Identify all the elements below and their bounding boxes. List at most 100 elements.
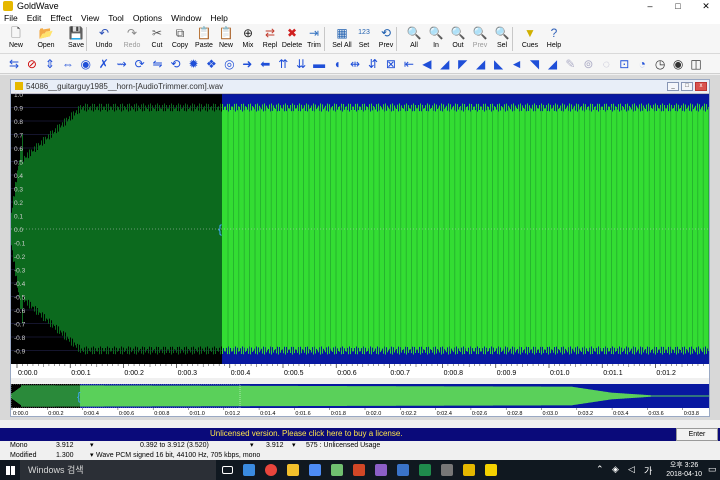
toolbar-zoom-previous-button[interactable]: 🔍 Prev [468, 25, 492, 53]
menu-options[interactable]: Options [129, 13, 167, 23]
waveform-display[interactable]: {1.0 0.9 0.8 0.7 0.6 0.5 0.4 0.3 0.2 0.1 0.0 -0.1 -0… [11, 92, 709, 416]
explorer-icon[interactable] [282, 460, 304, 480]
sound-minimize-button[interactable]: _ [667, 81, 679, 91]
toolbar-cues-button[interactable]: ▼ Cues [518, 25, 542, 53]
toolbar-undo-button[interactable]: ↶ Undo [92, 25, 116, 53]
noise-gate-icon[interactable]: ◢ [544, 56, 560, 72]
toolbar-redo-button[interactable]: ↷ Redo [120, 25, 144, 53]
overview-waveform[interactable]: { [11, 383, 709, 409]
menu-view[interactable]: View [77, 13, 104, 23]
equalizer-icon[interactable]: ◉ [78, 56, 94, 72]
fade-icon[interactable]: ✗ [96, 56, 112, 72]
status-dropdown-icon-3[interactable]: ▾ [292, 441, 296, 451]
toolbar-replace-button[interactable]: ⇄ Repl [258, 25, 282, 53]
stop-record-icon[interactable]: ⊘ [24, 56, 40, 72]
maximize-volume-icon[interactable]: ◢ [473, 56, 489, 72]
minimize-button[interactable]: – [636, 1, 664, 11]
volume-icon[interactable]: ◀ [419, 56, 435, 72]
excel-icon[interactable] [414, 460, 436, 480]
toolbar-paste-button[interactable]: 📋 Paste [192, 25, 216, 53]
sound-close-button[interactable]: x [695, 81, 707, 91]
cd-reader-icon[interactable]: ⊚ [580, 56, 596, 72]
sound-maximize-button[interactable]: □ [681, 81, 693, 91]
enter-license-button[interactable]: Enter License [676, 428, 718, 449]
toolbar-cut-button[interactable]: ✂ Cut [145, 25, 169, 53]
control-icon[interactable]: ◉ [670, 56, 686, 72]
toolbar-zoom-all-button[interactable]: 🔍 All [402, 25, 426, 53]
status-dropdown-icon-2[interactable]: ▾ [250, 441, 254, 451]
menu-tool[interactable]: Tool [104, 13, 129, 23]
toolbar-delete-button[interactable]: ✖ Delete [280, 25, 304, 53]
mechanize-icon[interactable]: ✹ [185, 56, 201, 72]
timer-icon[interactable]: ◷ [652, 56, 668, 72]
taskbar-search[interactable]: Windows 검색 [20, 460, 216, 480]
photoshop-icon[interactable] [392, 460, 414, 480]
offset-icon[interactable]: ◎ [221, 56, 237, 72]
toolbar-open-folder-button[interactable]: 📂 Open [34, 25, 58, 53]
batch-icon[interactable]: ⊡ [616, 56, 632, 72]
time-ruler[interactable]: 0:00.0 0:00.1 0:00.2 0:00.3 0:00.4 0:00.5 0:00… [11, 364, 709, 378]
calculator-icon[interactable] [436, 460, 458, 480]
flanger-icon[interactable]: ⟳ [132, 56, 148, 72]
toolbar-copy-button[interactable]: ⧉ Copy [168, 25, 192, 53]
invert-icon[interactable]: ⟲ [168, 56, 184, 72]
tray-volume-icon[interactable]: ◁ [628, 464, 635, 475]
selection-start-marker[interactable]: { [218, 222, 222, 236]
close-button[interactable]: ✕ [692, 1, 720, 12]
store-icon[interactable] [304, 460, 326, 480]
reverse-icon[interactable]: ◖ [329, 56, 345, 72]
powerpoint-icon[interactable] [348, 460, 370, 480]
menu-window[interactable]: Window [167, 13, 206, 23]
status-dropdown-icon[interactable]: ▾ [90, 441, 94, 451]
start-button[interactable] [0, 460, 20, 480]
main-waveform-panel[interactable]: {1.0 0.9 0.8 0.7 0.6 0.5 0.4 0.3 0.2 0.1 0.0 -0.1 -0… [11, 92, 709, 364]
toolbar-new-file-button[interactable]: 🗋 New [4, 25, 28, 53]
pan-icon[interactable]: ➜ [239, 56, 255, 72]
toolbar-paste-new-button[interactable]: 📋 New [214, 25, 238, 53]
doppler-effect-icon[interactable]: ⇆ [6, 56, 22, 72]
playback-rate-icon[interactable]: ⇈ [275, 56, 291, 72]
match-volume-icon[interactable]: ◣ [491, 56, 507, 72]
compressor-icon[interactable]: ◥ [527, 56, 543, 72]
auto-trim-icon[interactable]: ✎ [562, 56, 578, 72]
reverb-icon[interactable]: ⇊ [293, 56, 309, 72]
toolbar-select-all-button[interactable]: ▦ Sel All [330, 25, 354, 53]
goldwave-taskbar-icon[interactable] [458, 460, 480, 480]
tray-ime-icon[interactable]: 가 [644, 464, 652, 477]
menu-file[interactable]: File [0, 13, 23, 23]
chrome-icon[interactable] [260, 460, 282, 480]
volume-change-icon[interactable]: ◢ [437, 56, 453, 72]
tray-chevron-icon[interactable]: ⌃ [596, 464, 604, 475]
echo-icon[interactable]: ⇔ [60, 56, 76, 72]
settings-icon[interactable]: ◫ [688, 56, 704, 72]
toolbar-previous-selection-button[interactable]: ⟲ Prev [374, 25, 398, 53]
task-view-icon[interactable] [216, 460, 238, 480]
android-studio-icon[interactable] [326, 460, 348, 480]
kakaotalk-icon[interactable] [480, 460, 502, 480]
pitch-icon[interactable]: ⬅ [257, 56, 273, 72]
toolbar-trim-button[interactable]: ⇥ Trim [302, 25, 326, 53]
spectrum-icon[interactable]: ◔ [634, 56, 650, 72]
edge-browser-icon[interactable] [238, 460, 260, 480]
stereo-icon[interactable]: ⊠ [383, 56, 399, 72]
toolbar-zoom-selection-button[interactable]: 🔍 Sel [490, 25, 514, 53]
overview-selection-marker[interactable]: { [77, 391, 81, 403]
resample-icon[interactable]: ▬ [311, 56, 327, 72]
dynamics-icon[interactable]: ⇕ [42, 56, 58, 72]
taskbar-clock[interactable]: 오후 3:26 2018-04-10 [666, 461, 702, 479]
toolbar-help-button[interactable]: ? Help [542, 25, 566, 53]
toolbar-set-selection-button[interactable]: 123 Set [352, 25, 376, 53]
silence-icon[interactable]: ⇹ [347, 56, 363, 72]
license-bar[interactable]: Unlicensed version. Please click here to… [0, 428, 720, 449]
toolbar-save-button[interactable]: 💾 Save [64, 25, 88, 53]
spatial-icon[interactable]: ⇵ [365, 56, 381, 72]
maximize-button[interactable]: □ [664, 1, 692, 11]
visual-studio-icon[interactable] [370, 460, 392, 480]
volume-shape-icon[interactable]: ◤ [455, 56, 471, 72]
menu-help[interactable]: Help [206, 13, 232, 23]
toolbar-zoom-out-button[interactable]: 🔍 Out [446, 25, 470, 53]
menu-edit[interactable]: Edit [23, 13, 47, 23]
notification-icon[interactable]: ▭ [708, 464, 717, 475]
menu-effect[interactable]: Effect [46, 13, 77, 23]
vocal-icon[interactable]: ◄ [509, 56, 525, 72]
